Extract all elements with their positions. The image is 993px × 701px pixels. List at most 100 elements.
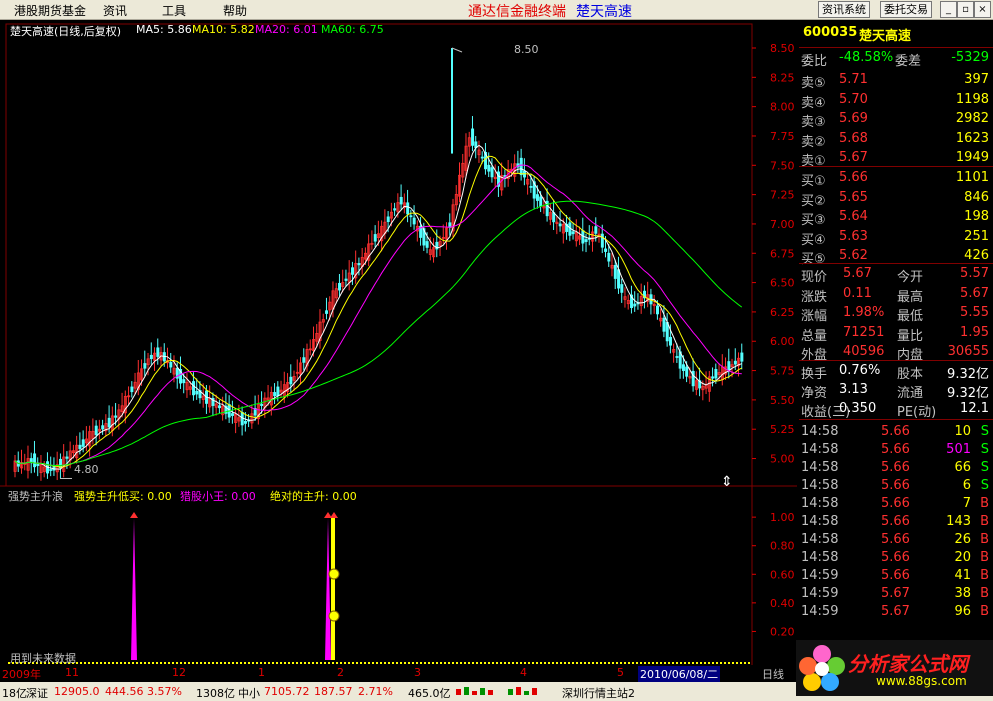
candle-body (617, 269, 621, 289)
buy-row: 买③ 5.64 198 (799, 208, 993, 228)
candle-body (733, 360, 737, 365)
candle-body (412, 217, 416, 225)
flower-logo-icon (799, 645, 845, 691)
y-tick-label: 7.75 (770, 130, 795, 143)
y-tick-label: 5.00 (770, 453, 795, 466)
tick-side: B (980, 550, 989, 565)
stat-value: 9.32亿 (947, 367, 989, 382)
menu-item-help[interactable]: 帮助 (223, 2, 247, 19)
tick-volume: 10 (954, 424, 971, 439)
sell-price: 5.71 (839, 72, 868, 87)
signal-arrow (330, 512, 338, 518)
tick-price: 5.66 (881, 496, 910, 511)
tick-row: 14:59 5.66 41 B (799, 567, 993, 586)
candle-body (101, 425, 105, 430)
candle-body (571, 231, 575, 235)
period-tab[interactable]: 日线 (762, 666, 784, 682)
ma10-line (14, 155, 743, 468)
tick-time: 14:59 (801, 586, 839, 601)
candle-body (393, 208, 397, 211)
indicator-name: 强势主升浪 (8, 490, 63, 503)
signal-arrow (130, 512, 138, 518)
tick-price: 5.66 (881, 424, 910, 439)
menu-item-tools[interactable]: 工具 (162, 2, 186, 19)
stat-value: 0.11 (843, 285, 872, 301)
minimize-icon[interactable]: _ (940, 1, 957, 18)
status-sme-pct: 2.71% (358, 685, 393, 698)
stat-label: 流通 (897, 386, 924, 401)
tick-side: B (980, 514, 989, 529)
candle-body (471, 128, 475, 146)
candle-body (613, 264, 617, 279)
weicha-label: 委差 (895, 54, 922, 69)
buy-level-label: 买② (801, 193, 826, 209)
status-amount: 18亿 (2, 687, 27, 700)
tick-price: 5.67 (881, 604, 910, 619)
close-icon[interactable]: × (974, 1, 991, 18)
tick-time: 14:58 (801, 460, 839, 475)
tick-time: 14:58 (801, 442, 839, 457)
candle-body (351, 267, 355, 275)
liegu-signal-bar (131, 518, 137, 660)
candle-body (344, 278, 348, 281)
status-sz-change: 444.56 (105, 685, 144, 698)
status-sme-amount: 465.0亿 (408, 687, 451, 700)
x-label: 2009年 (2, 668, 41, 681)
menu-item-hk-futures[interactable]: 港股期货基金 (14, 2, 86, 19)
y-tick-label: 6.25 (770, 306, 795, 319)
y-tick-label: 6.00 (770, 335, 795, 348)
stat-value: 3.13 (839, 382, 868, 397)
candle-body (65, 456, 69, 459)
stat-value: 71251 (843, 324, 885, 340)
stat-row: 净资 3.13 流通 9.32亿 (799, 381, 993, 401)
buy-row: 买④ 5.63 251 (799, 228, 993, 248)
candle-body (727, 361, 731, 371)
sell-row: 卖⑤ 5.71 397 (799, 71, 993, 91)
y-tick-label: 8.00 (770, 101, 795, 114)
candle-body (276, 386, 280, 396)
app-title: 通达信金融终端 (468, 4, 566, 20)
candle-body (78, 444, 82, 449)
candle-body (386, 216, 390, 223)
candle-body (535, 194, 539, 201)
tick-row: 14:58 5.66 10 S (799, 423, 993, 442)
candle-body (633, 303, 637, 307)
buy-price: 5.65 (839, 189, 868, 205)
weibi-label: 委比 (801, 54, 828, 69)
sell-row: 卖③ 5.69 2982 (799, 110, 993, 130)
candle-body (584, 239, 588, 242)
trade-button[interactable]: 委托交易 (880, 1, 932, 18)
tick-volume: 41 (954, 568, 971, 583)
indicator-y-tick-label: 0.80 (770, 540, 795, 553)
sell-row: 卖④ 5.70 1198 (799, 91, 993, 111)
restore-icon[interactable]: ▫ (957, 1, 974, 18)
menu-item-news[interactable]: 资讯 (103, 2, 127, 19)
tick-row: 14:58 5.66 26 B (799, 531, 993, 550)
news-system-button[interactable]: 资讯系统 (818, 1, 870, 18)
buy-price: 5.64 (839, 209, 868, 224)
candle-body (338, 282, 342, 291)
tick-time: 14:58 (801, 496, 839, 511)
stat-row: 总量 71251 量比 1.95 (799, 324, 993, 344)
tick-volume: 96 (954, 604, 971, 619)
stat-value: 5.67 (960, 285, 989, 301)
candle-body (675, 356, 679, 358)
stat-row: 收益(三) 0.350 PE(动) 12.1 (799, 400, 993, 420)
sell-row: 卖② 5.68 1623 (799, 130, 993, 150)
sell-volume: 1949 (955, 150, 989, 165)
future-data-note: 用到未来数据 (10, 652, 76, 665)
indicator-item-3: 绝对的主升: 0.00 (270, 490, 357, 503)
sell-price: 5.68 (839, 130, 868, 146)
indicator-item-1: 强势主升低买: 0.00 (74, 490, 172, 503)
sell-level-label: 卖③ (801, 115, 826, 130)
candle-body (169, 361, 173, 368)
weibi-value: -48.58% (839, 50, 894, 65)
x-label: 2 (337, 666, 344, 679)
kline-chart[interactable]: 8.50 8.25 8.00 7.75 7.50 7.25 7.00 6.75 6.50 6.25… (0, 20, 797, 665)
candle-body (480, 156, 484, 159)
buy-price: 5.63 (839, 228, 868, 244)
status-server[interactable]: 深圳行情主站2 (562, 685, 635, 701)
candle-body (656, 305, 660, 315)
status-mini-bars-icon (456, 685, 556, 701)
status-sme-label: 中小 (238, 687, 260, 700)
